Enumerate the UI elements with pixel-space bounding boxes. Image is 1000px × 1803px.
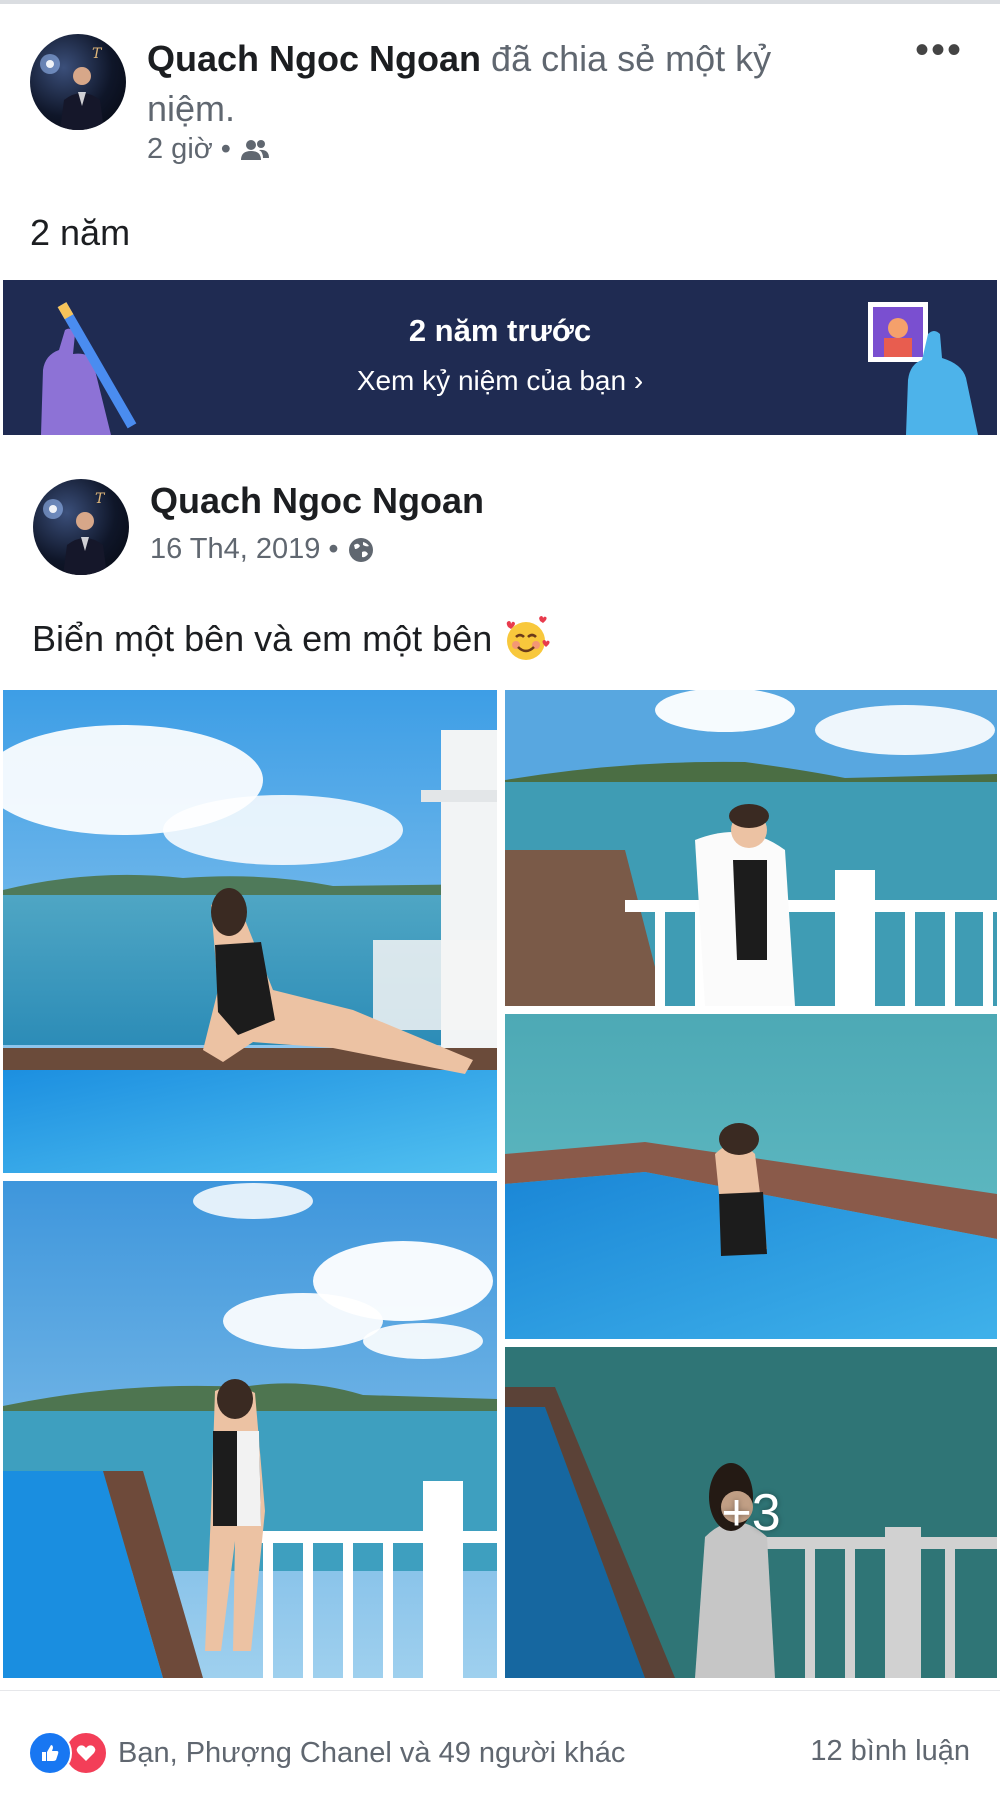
more-options-icon[interactable]: •••	[909, 30, 969, 70]
post-footer: Bạn, Phượng Chanel và 49 người khác 12 b…	[0, 1690, 1000, 1803]
post-text-content: Biển một bên và em một bên	[32, 618, 493, 659]
post-author-avatar[interactable]: T	[33, 479, 129, 575]
post-photo-5[interactable]: +3	[505, 1347, 997, 1678]
more-photos-count[interactable]: +3	[505, 1347, 997, 1678]
svg-text:T: T	[95, 491, 106, 507]
share-caption: 2 năm	[30, 212, 131, 253]
reactions-summary[interactable]: Bạn, Phượng Chanel và 49 người khác	[28, 1731, 625, 1775]
memory-banner[interactable]: 2 năm trước Xem kỷ niệm của bạn ›	[3, 280, 997, 435]
comments-count[interactable]: 12 bình luận	[810, 1735, 970, 1768]
like-reaction-icon	[28, 1731, 72, 1775]
memory-banner-link-text: Xem kỷ niệm của bạn	[356, 365, 627, 396]
reactions-text: Bạn, Phượng Chanel và 49 người khác	[118, 1736, 626, 1769]
post-photo-2[interactable]	[505, 690, 997, 1006]
meta-separator: •	[328, 533, 339, 565]
share-header-text: Quach Ngoc Ngoan đã chia sẻ một kỷ niệm.	[147, 34, 807, 134]
chevron-right-icon: ›	[633, 365, 644, 396]
friends-icon	[240, 139, 269, 160]
post-photo-1[interactable]	[3, 690, 497, 1173]
memory-banner-link[interactable]: Xem kỷ niệm của bạn ›	[3, 365, 997, 397]
post-meta: 16 Th4, 2019 •	[150, 533, 375, 566]
author-name[interactable]: Quach Ngoc Ngoan	[147, 38, 481, 79]
post-author-name[interactable]: Quach Ngoc Ngoan	[150, 480, 484, 522]
meta-separator: •	[220, 133, 231, 165]
post-photo-4[interactable]	[3, 1181, 497, 1678]
post-photo-3[interactable]	[505, 1014, 997, 1339]
svg-text:T: T	[92, 46, 103, 62]
top-divider	[0, 0, 1000, 4]
share-meta: 2 giờ •	[147, 133, 271, 166]
photo-hand-illustration	[868, 302, 978, 435]
smiling-face-with-hearts-icon	[506, 616, 550, 660]
globe-icon	[348, 537, 373, 562]
share-time[interactable]: 2 giờ	[147, 133, 213, 166]
author-avatar[interactable]: T	[30, 34, 126, 130]
post-text: Biển một bên và em một bên	[32, 615, 550, 663]
post-date[interactable]: 16 Th4, 2019	[150, 533, 320, 566]
memory-banner-title: 2 năm trước	[408, 313, 592, 348]
